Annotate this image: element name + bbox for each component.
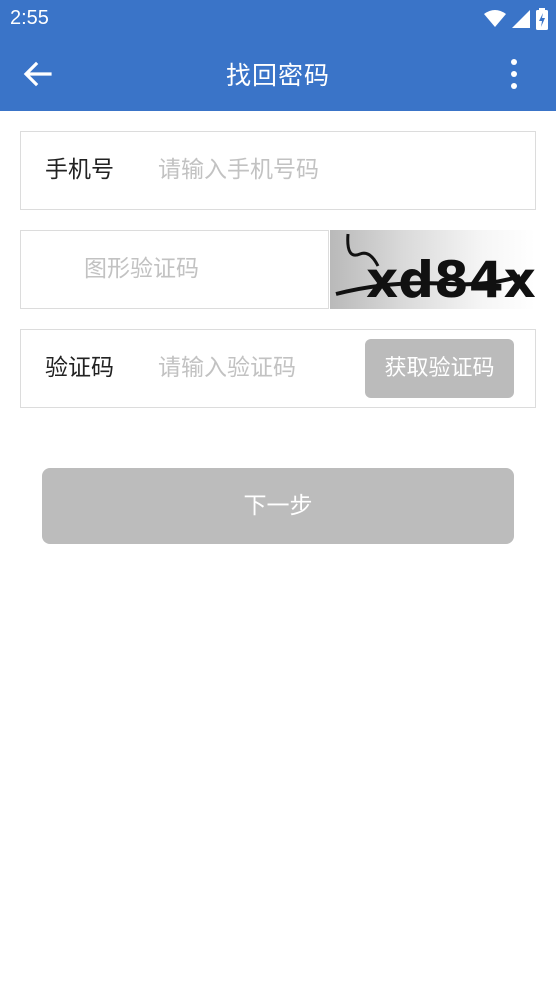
app-bar: 找回密码 <box>0 38 556 111</box>
cellular-signal-icon <box>512 10 530 28</box>
captcha-graphic: xd84x <box>335 233 535 309</box>
sms-code-input[interactable]: 请输入验证码 <box>158 330 296 407</box>
next-step-button[interactable]: 下一步 <box>42 468 514 544</box>
more-vert-icon <box>511 59 517 89</box>
sms-code-label: 验证码 <box>45 355 114 381</box>
captcha-input[interactable]: 图形验证码 <box>84 231 199 308</box>
more-options-button[interactable] <box>510 58 518 90</box>
get-code-button[interactable]: 获取验证码 <box>365 339 514 398</box>
captcha-image[interactable]: xd84x <box>330 230 535 309</box>
phone-input[interactable]: 请输入手机号码 <box>158 132 319 209</box>
phone-row: 手机号 请输入手机号码 <box>20 131 536 210</box>
status-bar: 2:55 <box>0 0 556 38</box>
phone-label: 手机号 <box>45 157 114 183</box>
page-title: 找回密码 <box>225 61 330 90</box>
captcha-row: 图形验证码 <box>20 230 329 309</box>
battery-charging-icon <box>536 8 548 30</box>
captcha-text: xd84x <box>366 251 535 309</box>
status-time: 2:55 <box>10 7 49 29</box>
status-icons <box>484 8 548 30</box>
wifi-icon <box>484 10 506 27</box>
sms-code-row: 验证码 请输入验证码 获取验证码 <box>20 329 536 408</box>
